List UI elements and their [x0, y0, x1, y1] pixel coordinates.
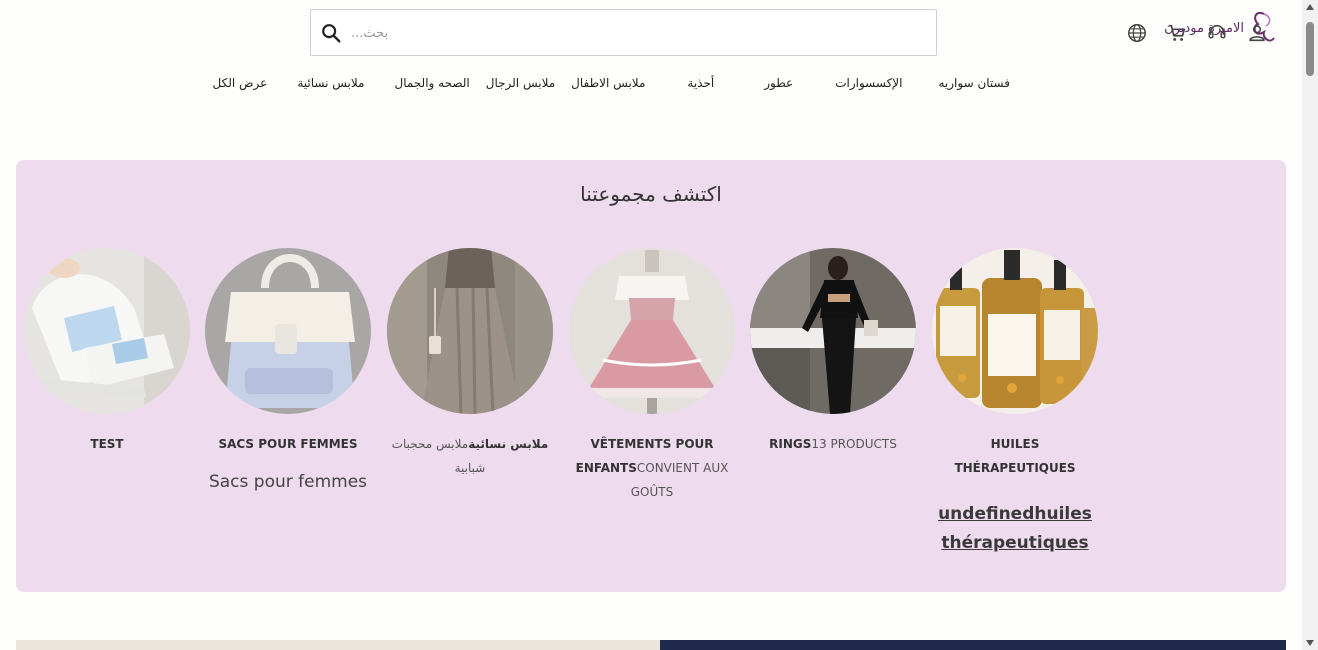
- search-box[interactable]: [310, 9, 937, 56]
- nav-item-kids[interactable]: ملابس الاطفال: [571, 76, 645, 96]
- card-image[interactable]: [750, 248, 916, 414]
- card-image[interactable]: [24, 248, 190, 414]
- cart-icon[interactable]: [1164, 20, 1190, 46]
- card-label: VÊTEMENTS POUR ENFANTSCONVIENT AUX GOÛTS: [575, 437, 729, 499]
- card-label: TEST: [90, 437, 124, 451]
- account-icon[interactable]: [1244, 20, 1270, 46]
- nav-item-women[interactable]: ملابس نسائية: [297, 76, 364, 96]
- banner-image-left[interactable]: [16, 640, 660, 650]
- banner-image-right[interactable]: [660, 640, 1286, 650]
- header-icons: [1124, 20, 1284, 46]
- collection-panel: اكتشف مجموعتنا HUILES THÉRAPEUTIQUES und…: [16, 160, 1286, 592]
- nav-item-health-beauty[interactable]: الصحه والجمال: [394, 76, 469, 96]
- collection-card[interactable]: VÊTEMENTS POUR ENFANTSCONVIENT AUX GOÛTS: [567, 248, 737, 504]
- nav-item-shoes[interactable]: أحذية: [687, 76, 714, 96]
- card-label: SACS POUR FEMMES: [218, 437, 358, 451]
- card-label: RINGS13 PRODUCTS: [769, 437, 897, 451]
- nav-item-men[interactable]: ملابس الرجال: [486, 76, 555, 96]
- scrollbar[interactable]: [1302, 0, 1318, 650]
- card-label: ملابس نسائيةملابس محجبات شبابية: [391, 437, 549, 475]
- scroll-up-icon[interactable]: [1306, 4, 1314, 10]
- scroll-down-icon[interactable]: [1306, 640, 1314, 646]
- collection-card[interactable]: SACS POUR FEMMES Sacs pour femmes: [203, 248, 373, 497]
- collection-title: اكتشف مجموعتنا: [580, 182, 722, 206]
- site-header: الاميرة مودبرن: [0, 0, 1302, 66]
- nav-item-accessories[interactable]: الإكسسوارات: [835, 76, 902, 96]
- collection-card[interactable]: RINGS13 PRODUCTS: [748, 248, 918, 456]
- card-link[interactable]: undefinedhuiles thérapeutiques: [930, 500, 1100, 558]
- card-image[interactable]: [569, 248, 735, 414]
- collection-card[interactable]: ملابس نسائيةملابس محجبات شبابية: [385, 248, 555, 480]
- nav-item-view-all[interactable]: عرض الكل: [213, 76, 268, 96]
- card-image[interactable]: [932, 248, 1098, 414]
- nav-item-evening-dress[interactable]: فستان سواريه: [938, 76, 1010, 96]
- card-image[interactable]: [387, 248, 553, 415]
- nav-item-perfumes[interactable]: عطور: [764, 76, 793, 96]
- search-input[interactable]: [351, 18, 911, 48]
- search-icon[interactable]: [320, 22, 342, 44]
- collection-card[interactable]: HUILES THÉRAPEUTIQUES undefinedhuiles th…: [930, 248, 1100, 558]
- main-nav: فستان سواريه الإكسسوارات عطور أحذية ملاب…: [213, 76, 1010, 96]
- card-label: HUILES THÉRAPEUTIQUES: [954, 437, 1076, 475]
- scroll-thumb[interactable]: [1306, 22, 1314, 76]
- support-icon[interactable]: [1204, 20, 1230, 46]
- card-description: Sacs pour femmes: [208, 472, 368, 492]
- collection-card[interactable]: TEST: [22, 248, 192, 456]
- language-icon[interactable]: [1124, 20, 1150, 46]
- card-image[interactable]: [205, 248, 371, 414]
